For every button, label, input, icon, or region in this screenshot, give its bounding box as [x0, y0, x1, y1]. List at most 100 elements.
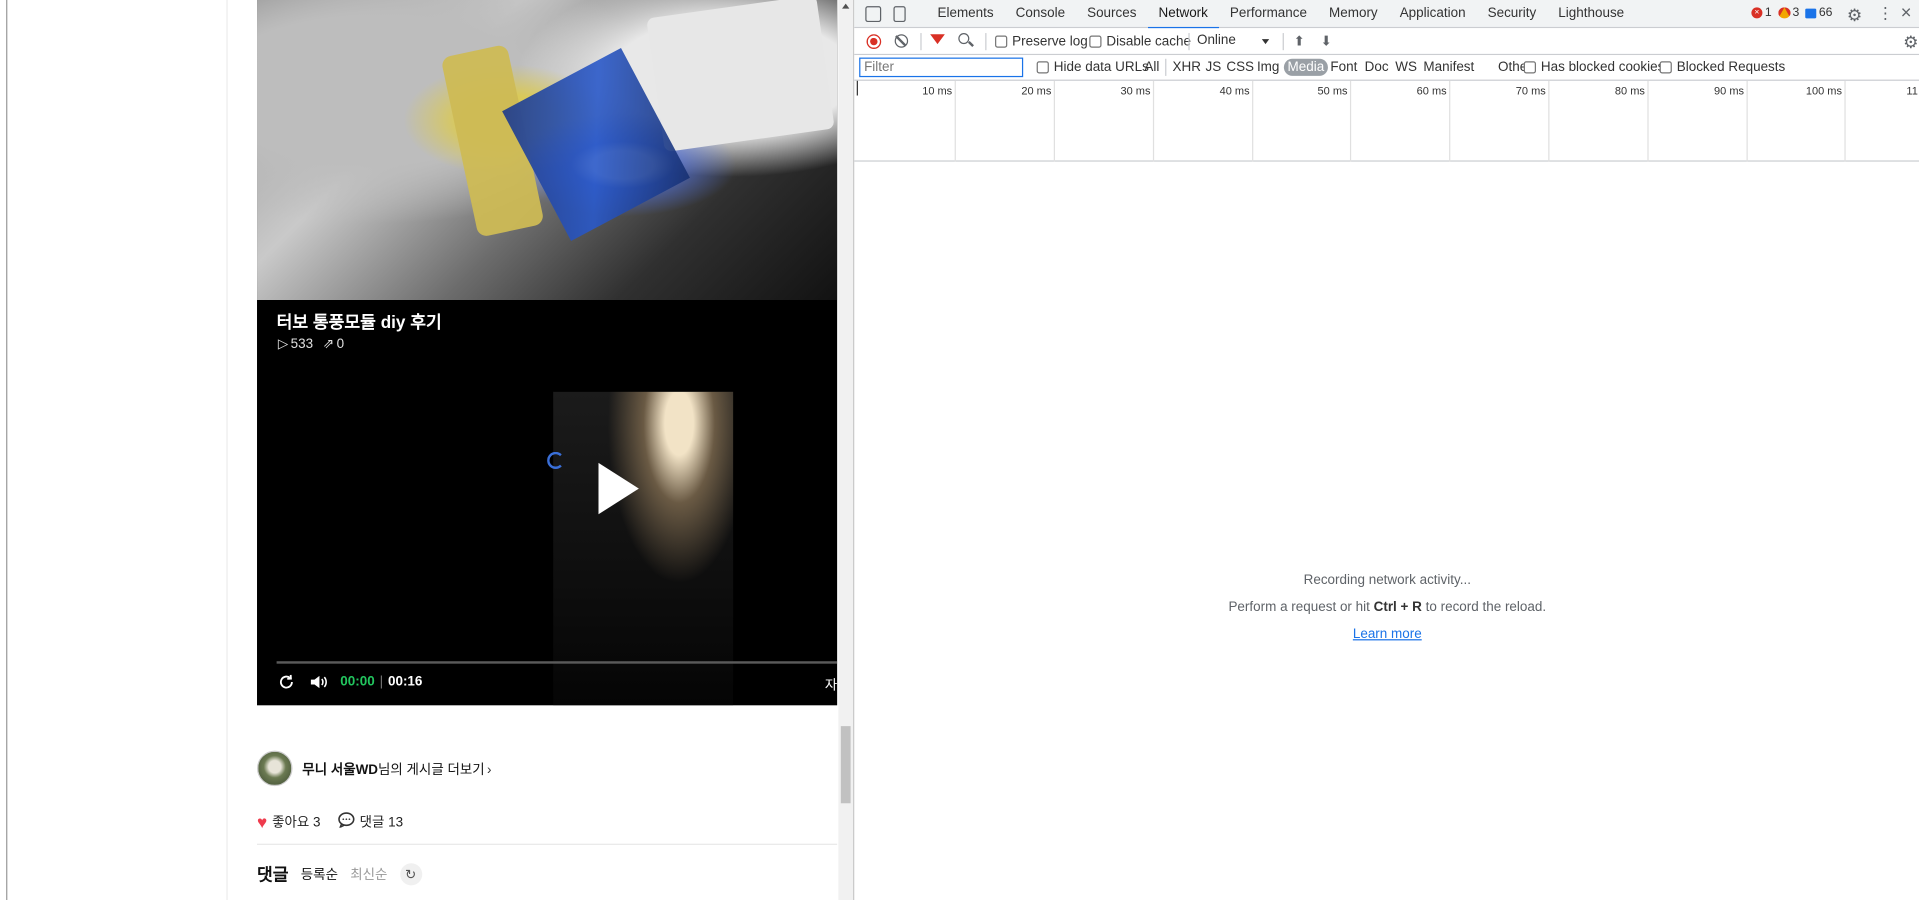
video-title: 터보 통풍모듈 diy 후기 [276, 312, 442, 332]
reload-hint-suffix: to record the reload. [1421, 600, 1547, 615]
video-frame [553, 391, 734, 706]
timeline-tick: 20 ms [1021, 80, 1056, 162]
inspect-element-icon[interactable] [865, 6, 882, 23]
web-page: 터보 통풍모듈 diy 후기 ▷533 ⇗0 00:00 | 00:16 자 [0, 0, 854, 900]
scroll-up-arrow-icon[interactable] [842, 3, 850, 9]
checkbox-box[interactable] [1089, 35, 1102, 48]
video-stats: ▷ 533 ⇗ 0 [278, 336, 345, 351]
video-thumbnail-image [257, 0, 838, 301]
checkbox-box[interactable] [1036, 61, 1049, 74]
timeline-tick-label: 50 ms [1317, 84, 1348, 97]
close-icon[interactable]: × [1901, 2, 1912, 23]
page-scrollbar[interactable] [838, 0, 854, 900]
devtools-tabbar: Elements Console Sources Network Perform… [854, 0, 1919, 30]
disable-cache-checkbox[interactable]: Disable cache [1089, 34, 1191, 49]
author-more-link[interactable]: 무니 서울WD님의 게시글 더보기 › [302, 759, 491, 779]
sort-registered-button[interactable]: 등록순 [301, 864, 338, 884]
filter-type-xhr[interactable]: XHR [1169, 59, 1205, 76]
has-blocked-cookies-checkbox[interactable]: Has blocked cookies [1523, 60, 1664, 75]
network-settings-gear-icon[interactable]: ⚙ [1903, 32, 1918, 53]
timeline-tick-label: 100 ms [1805, 84, 1842, 97]
filter-type-js[interactable]: JS [1202, 59, 1225, 76]
tab-console[interactable]: Console [1005, 0, 1076, 28]
timeline-tick-label: 11 [1906, 84, 1918, 97]
preserve-log-checkbox[interactable]: Preserve log [995, 34, 1088, 49]
warning-badge[interactable]: 3 [1777, 6, 1799, 20]
video-player[interactable]: 터보 통풍모듈 diy 후기 ▷ 533 ⇗ 0 00:00 | 00:16 자 [257, 0, 838, 706]
video-progress-bar[interactable] [276, 661, 838, 664]
filter-input[interactable] [859, 57, 1024, 78]
tab-elements[interactable]: Elements [926, 0, 1004, 28]
checkbox-box[interactable] [1659, 61, 1672, 74]
sort-latest-button[interactable]: 최신순 [350, 864, 387, 884]
learn-more-link[interactable]: Learn more [1353, 627, 1422, 642]
console-badges[interactable]: × 1 3 66 [1751, 6, 1832, 20]
checkbox-box[interactable] [1523, 61, 1536, 74]
avatar[interactable] [257, 750, 293, 787]
timeline-tick-label: 60 ms [1416, 84, 1447, 97]
volume-icon[interactable] [308, 672, 328, 692]
reload-hint: Perform a request or hit Ctrl + R to rec… [854, 600, 1919, 615]
video-controls: 00:00 | 00:16 [277, 672, 422, 692]
record-icon[interactable] [866, 34, 882, 49]
timeline-start-marker [856, 80, 858, 96]
filter-type-ws[interactable]: WS [1392, 59, 1421, 76]
import-har-icon[interactable]: ⬆ [1294, 33, 1305, 49]
network-empty-state: Recording network activity... Perform a … [854, 573, 1919, 654]
timeline-tick-label: 90 ms [1714, 84, 1745, 97]
play-button[interactable] [598, 462, 639, 515]
tab-application[interactable]: Application [1389, 0, 1477, 28]
filter-type-font[interactable]: Font [1327, 59, 1361, 76]
heart-icon: ♥ [257, 811, 268, 832]
timeline-tick-label: 30 ms [1120, 84, 1151, 97]
author-more-posts[interactable]: 무니 서울WD님의 게시글 더보기 › [257, 750, 492, 787]
export-har-icon[interactable]: ⬇ [1321, 33, 1332, 49]
tab-memory[interactable]: Memory [1318, 0, 1389, 28]
settings-gear-icon[interactable]: ⚙ [1847, 5, 1862, 26]
tab-performance[interactable]: Performance [1219, 0, 1318, 28]
throttle-select[interactable]: Online [1197, 33, 1236, 48]
comment-button[interactable]: 댓글 13 [338, 812, 403, 832]
timeline-tick-label: 70 ms [1515, 84, 1546, 97]
message-badge[interactable]: 66 [1805, 6, 1832, 20]
filter-type-manifest[interactable]: Manifest [1420, 59, 1478, 76]
tab-security[interactable]: Security [1477, 0, 1548, 28]
tab-network[interactable]: Network [1147, 0, 1220, 30]
tab-sources[interactable]: Sources [1076, 0, 1147, 28]
refresh-comments-icon[interactable]: ↻ [399, 863, 422, 886]
network-overview-timeline[interactable]: 10 ms 20 ms 30 ms 40 ms 50 ms 60 ms 70 m… [854, 80, 1919, 162]
search-icon[interactable] [958, 33, 970, 45]
error-badge[interactable]: × 1 [1751, 6, 1772, 20]
autoplay-label[interactable]: 자 [825, 675, 837, 695]
replay-icon[interactable] [277, 672, 297, 692]
tab-lighthouse[interactable]: Lighthouse [1547, 0, 1635, 28]
share-count-value: 0 [336, 336, 345, 351]
preserve-log-label: Preserve log [1012, 34, 1088, 49]
more-options-icon[interactable]: ⋮ [1877, 4, 1893, 24]
message-icon [1805, 7, 1817, 18]
comment-bubble-icon [338, 812, 355, 832]
chevron-down-icon[interactable] [1261, 39, 1270, 45]
timeline-tick: 80 ms [1615, 80, 1649, 162]
scrollbar-thumb[interactable] [840, 726, 851, 804]
play-count-value: 533 [290, 336, 314, 351]
filter-type-all[interactable]: All [1141, 59, 1163, 76]
filter-funnel-icon[interactable] [930, 34, 945, 45]
timeline-tick: 30 ms [1120, 80, 1155, 162]
hide-data-urls-label: Hide data URLs [1053, 60, 1149, 75]
hide-data-urls-checkbox[interactable]: Hide data URLs [1036, 60, 1149, 75]
checkbox-box[interactable] [995, 35, 1008, 48]
blocked-requests-checkbox[interactable]: Blocked Requests [1659, 60, 1785, 75]
device-toolbar-icon[interactable] [893, 6, 906, 23]
window-edge [6, 0, 8, 900]
filter-type-img[interactable]: Img [1253, 59, 1283, 76]
filter-type-media[interactable]: Media [1283, 58, 1328, 76]
toolbar-divider [1165, 58, 1167, 76]
devtools-tabs: Elements Console Sources Network Perform… [926, 0, 1635, 30]
like-button[interactable]: ♥ 좋아요 3 [257, 812, 320, 832]
play-count: ▷ 533 [278, 336, 314, 351]
clear-icon[interactable] [894, 34, 909, 48]
filter-type-doc[interactable]: Doc [1361, 59, 1392, 76]
timeline-tick: 90 ms [1714, 80, 1748, 162]
time-separator: | [379, 674, 384, 690]
